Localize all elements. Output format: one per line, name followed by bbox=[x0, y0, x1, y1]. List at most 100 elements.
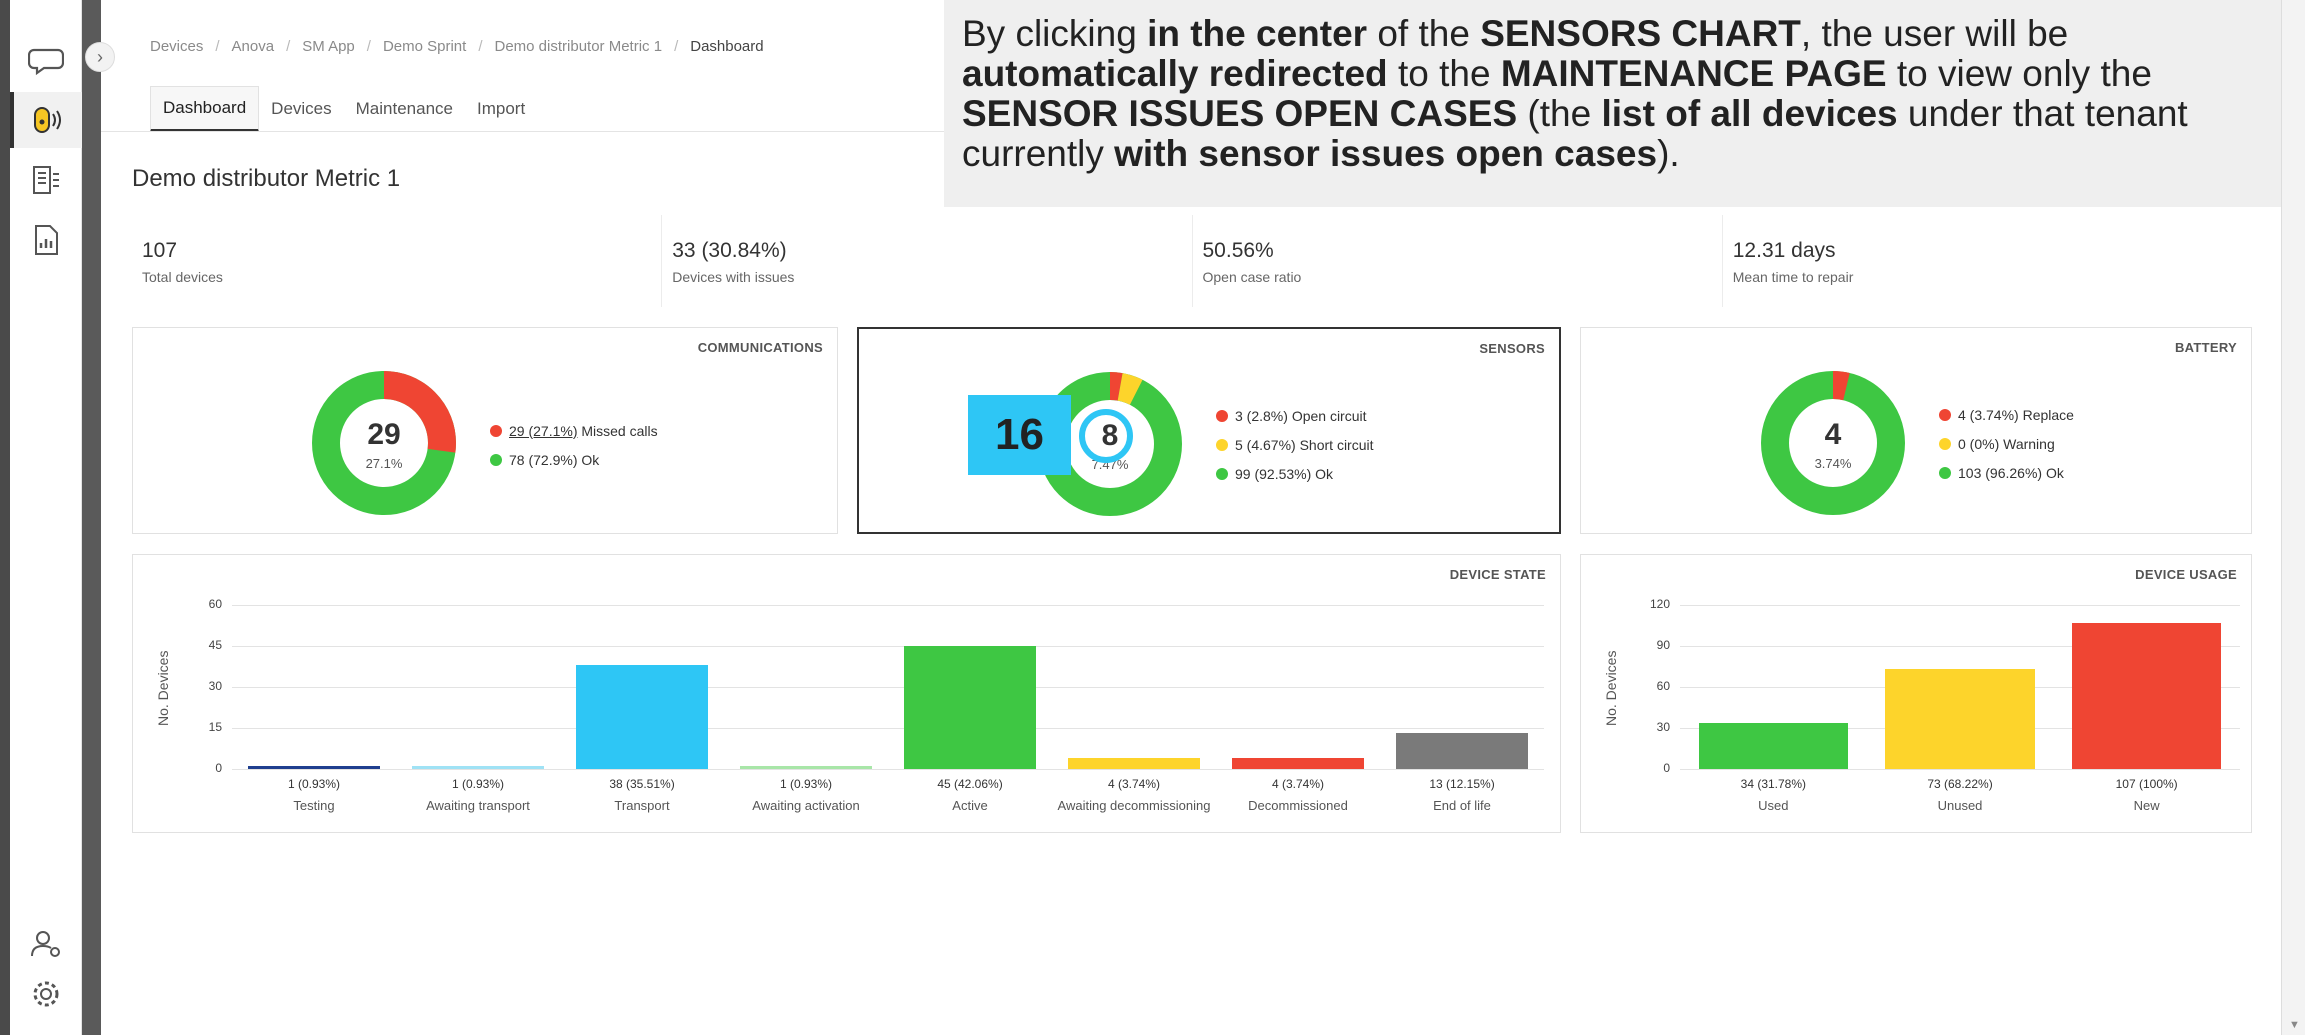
x-tick-label: Active bbox=[952, 798, 988, 813]
tab-devices[interactable]: Devices bbox=[259, 86, 343, 132]
bar-awaiting-transport[interactable] bbox=[412, 766, 544, 769]
kpi-row: 107 Total devices 33 (30.84%) Devices wi… bbox=[132, 215, 2252, 307]
breadcrumb-current: Dashboard bbox=[690, 38, 764, 55]
annotation-text: to view only the bbox=[1886, 53, 2152, 94]
legend-value: 0 (0%) bbox=[1958, 435, 2000, 452]
annotation-text: (the bbox=[1517, 93, 1602, 134]
bar-decommissioned[interactable] bbox=[1232, 758, 1364, 769]
x-tick-label: New bbox=[2133, 798, 2160, 813]
annotation-bold: SENSORS CHART bbox=[1480, 13, 1801, 54]
legend-label: Open circuit bbox=[1291, 407, 1367, 424]
bar-value-label: 1 (0.93%) bbox=[779, 777, 833, 791]
bar-awaiting-decommissioning[interactable] bbox=[1068, 758, 1200, 769]
annotation-text: By clicking bbox=[962, 13, 1148, 54]
green-dot-icon bbox=[1939, 466, 1951, 479]
y-tick-label: 45 bbox=[208, 638, 222, 652]
red-dot-icon bbox=[1216, 409, 1228, 422]
card-title: SENSORS bbox=[1479, 341, 1545, 356]
kpi-label: Open case ratio bbox=[1202, 269, 1302, 285]
bar-testing[interactable] bbox=[248, 766, 380, 769]
legend-item-ok[interactable]: 99 (92.53%) Ok bbox=[1216, 459, 1374, 488]
annotation-bold: MAINTENANCE PAGE bbox=[1500, 53, 1887, 94]
bar-new[interactable] bbox=[2072, 622, 2222, 769]
page-title: Demo distributor Metric 1 bbox=[132, 165, 401, 192]
y-tick-label: 0 bbox=[1663, 761, 1670, 775]
legend-value: 99 (92.53%) bbox=[1235, 465, 1312, 482]
chat-icon[interactable] bbox=[10, 32, 82, 88]
legend-item-short-circuit[interactable]: 5 (4.67%) Short circuit bbox=[1216, 430, 1374, 459]
y-axis-label: No. Devices bbox=[1603, 650, 1619, 726]
breadcrumb-devices[interactable]: Devices bbox=[150, 38, 203, 55]
x-tick-label: End of life bbox=[1433, 798, 1491, 813]
legend-item-ok[interactable]: 78 (72.9%) Ok bbox=[490, 445, 658, 474]
kpi-mean-time-to-repair: 12.31 days Mean time to repair bbox=[1723, 215, 2252, 307]
legend-item-missed-calls[interactable]: 29 (27.1%) Missed calls bbox=[490, 416, 658, 445]
yellow-dot-icon bbox=[1216, 438, 1228, 451]
breadcrumb: Devices / Anova / SM App / Demo Sprint / Dem… bbox=[150, 38, 764, 55]
donut-percent: 3.74% bbox=[1814, 456, 1852, 471]
kpi-value: 12.31 days bbox=[1732, 239, 1836, 262]
battery-card[interactable]: BATTERY 4 3.74% 4 (3.74%) Replace 0 (0%)… bbox=[1580, 327, 2252, 534]
legend-value[interactable]: 29 (27.1%) bbox=[509, 423, 577, 439]
annotation-bold: with sensor issues open cases bbox=[1114, 133, 1658, 174]
bar-value-label: 1 (0.93%) bbox=[287, 777, 341, 791]
annotation-text: to the bbox=[1387, 53, 1501, 94]
legend-value: 5 (4.67%) bbox=[1235, 436, 1296, 453]
bar-used[interactable] bbox=[1698, 722, 1848, 769]
device-state-card: DEVICE STATE No. Devices 60 45 30 15 0 1 (0.9… bbox=[132, 554, 1561, 833]
legend-value: 78 (72.9%) bbox=[509, 451, 578, 468]
legend-label: Ok bbox=[581, 451, 600, 468]
annotation-note: By clicking in the center of the SENSORS… bbox=[944, 0, 2281, 207]
report-icon[interactable] bbox=[10, 212, 82, 268]
y-tick-label: 90 bbox=[1656, 638, 1670, 652]
scroll-down-icon[interactable]: ▼ bbox=[2289, 1019, 2300, 1031]
bar-end-of-life[interactable] bbox=[1396, 733, 1528, 769]
card-title: BATTERY bbox=[2174, 340, 2237, 355]
tab-dashboard[interactable]: Dashboard bbox=[150, 86, 260, 132]
communications-card[interactable]: COMMUNICATIONS 29 27.1% 29 (27.1%) Misse… bbox=[132, 327, 838, 534]
breadcrumb-anova[interactable]: Anova bbox=[232, 38, 275, 55]
device-list-icon[interactable] bbox=[10, 152, 82, 208]
legend-item-ok[interactable]: 103 (96.26%) Ok bbox=[1939, 458, 2074, 487]
annotation-text: , the user will be bbox=[1800, 13, 2069, 54]
donut-value: 29 bbox=[367, 418, 401, 451]
bar-awaiting-activation[interactable] bbox=[740, 766, 872, 769]
bar-unused[interactable] bbox=[1885, 669, 2035, 769]
breadcrumb-tenant[interactable]: Demo distributor Metric 1 bbox=[495, 38, 663, 55]
sensors-card[interactable]: SENSORS 8 7.47% 3 (2.8%) Open circuit 5 … bbox=[857, 327, 1561, 534]
vertical-scrollbar[interactable]: ▼ bbox=[2281, 0, 2305, 1035]
legend-value: 103 (96.26%) bbox=[1958, 464, 2043, 481]
gear-icon[interactable] bbox=[10, 966, 82, 1022]
gridline bbox=[232, 687, 1544, 688]
bar-active[interactable] bbox=[904, 646, 1036, 769]
legend-item-replace[interactable]: 4 (3.74%) Replace bbox=[1939, 400, 2074, 429]
gridline bbox=[1680, 769, 2240, 770]
battery-legend: 4 (3.74%) Replace 0 (0%) Warning 103 (96… bbox=[1939, 400, 2074, 487]
donut-center: 29 27.1% bbox=[309, 418, 459, 471]
bar-transport[interactable] bbox=[576, 665, 708, 769]
user-settings-icon[interactable] bbox=[10, 916, 82, 972]
breadcrumb-demo-sprint[interactable]: Demo Sprint bbox=[383, 38, 466, 55]
yellow-dot-icon bbox=[1939, 437, 1951, 450]
red-dot-icon bbox=[1939, 408, 1951, 421]
legend-item-open-circuit[interactable]: 3 (2.8%) Open circuit bbox=[1216, 401, 1374, 430]
legend-label: Replace bbox=[2022, 406, 2074, 423]
green-dot-icon bbox=[490, 453, 502, 466]
gridline bbox=[232, 728, 1544, 729]
tab-maintenance[interactable]: Maintenance bbox=[344, 86, 465, 132]
kpi-label: Mean time to repair bbox=[1732, 269, 1854, 285]
x-tick-label: Transport bbox=[614, 798, 670, 813]
breadcrumb-sm-app[interactable]: SM App bbox=[302, 38, 355, 55]
sensor-device-icon[interactable] bbox=[10, 92, 82, 148]
bar-value-label: 107 (100%) bbox=[2115, 777, 2178, 791]
legend-label: Missed calls bbox=[581, 422, 658, 439]
bar-value-label: 34 (31.78%) bbox=[1740, 777, 1807, 791]
card-title: DEVICE USAGE bbox=[2135, 567, 2237, 582]
legend-item-warning[interactable]: 0 (0%) Warning bbox=[1939, 429, 2074, 458]
gridline bbox=[232, 605, 1544, 606]
tab-import[interactable]: Import bbox=[465, 86, 537, 132]
sensors-legend: 3 (2.8%) Open circuit 5 (4.67%) Short ci… bbox=[1216, 401, 1374, 488]
expand-sidebar-button[interactable]: › bbox=[85, 42, 115, 72]
legend-label: Warning bbox=[2003, 435, 2055, 452]
kpi-open-case-ratio: 50.56% Open case ratio bbox=[1193, 215, 1723, 307]
